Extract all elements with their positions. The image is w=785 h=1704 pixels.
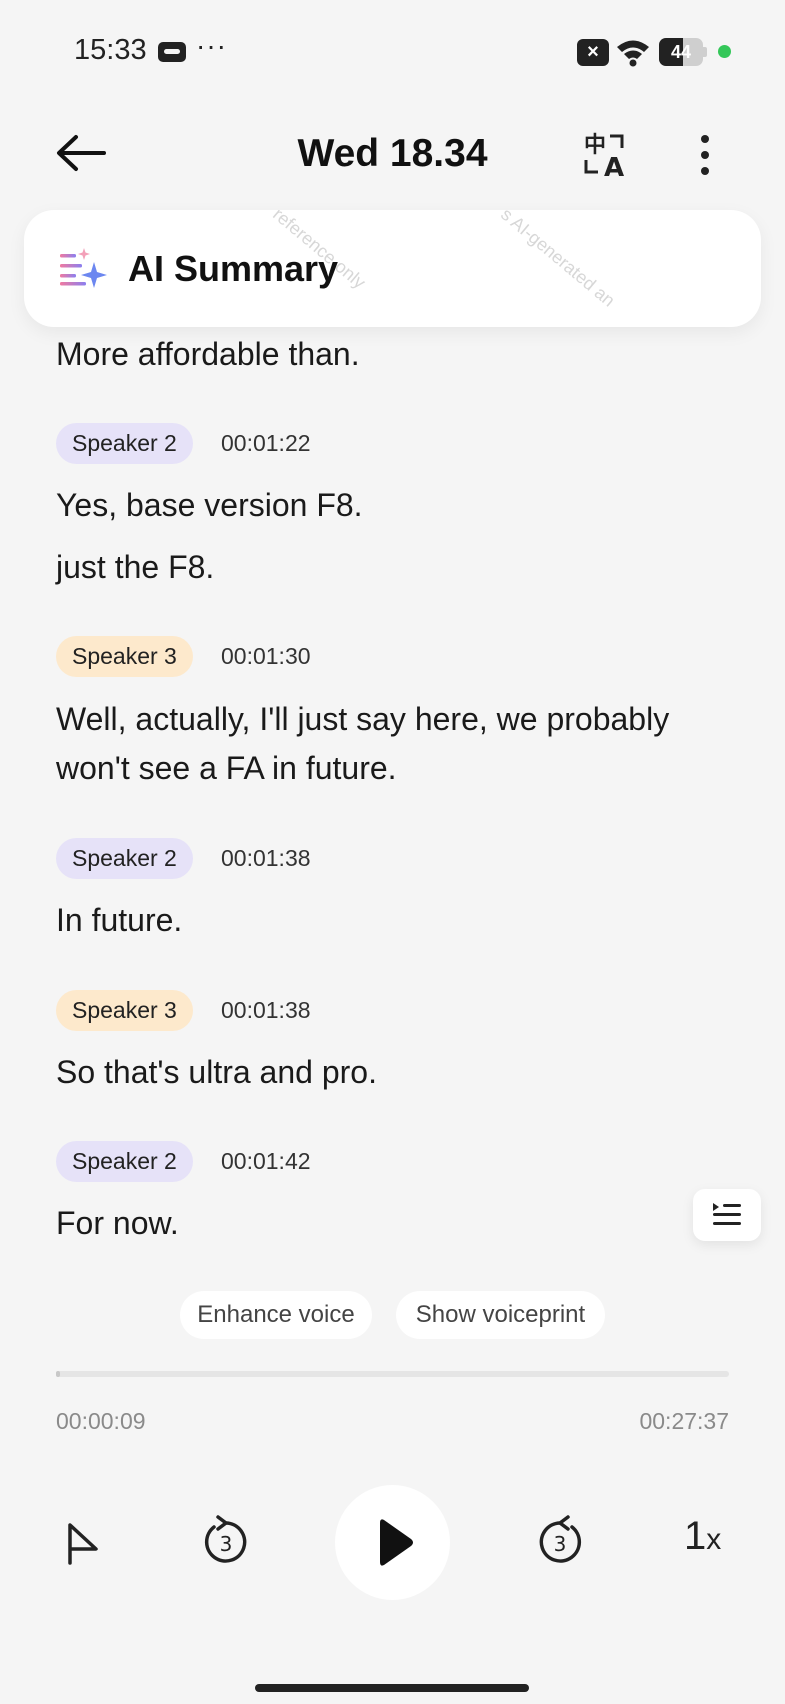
- speaker-badge[interactable]: Speaker 3: [56, 990, 193, 1031]
- list-indent-icon: [713, 1203, 741, 1225]
- speaker-badge[interactable]: Speaker 3: [56, 636, 193, 677]
- play-icon: [380, 1519, 413, 1566]
- speed-value: 1: [684, 1514, 707, 1558]
- more-vertical-icon[interactable]: [690, 130, 720, 180]
- svg-text:A: A: [604, 153, 624, 180]
- speaker-badge[interactable]: Speaker 2: [56, 1141, 193, 1182]
- battery-tip: [703, 47, 707, 57]
- transcript-line: won't see a FA in future.: [56, 750, 397, 786]
- forward-3s-button[interactable]: 3: [530, 1515, 590, 1569]
- page-title: Wed 18.34: [297, 132, 488, 175]
- transcript-line: Yes, base version F8.: [56, 487, 363, 523]
- status-time: 15:33: [74, 34, 147, 66]
- wifi-icon: [617, 40, 649, 67]
- ai-summary-card[interactable]: reference only s AI-generated an AI Summ…: [24, 210, 761, 327]
- forward-3s-icon: 3: [539, 1515, 582, 1563]
- home-indicator[interactable]: [255, 1684, 529, 1692]
- ai-sparkle-icon: [60, 248, 107, 288]
- rewind-3s-button[interactable]: 3: [196, 1515, 256, 1569]
- timestamp[interactable]: 00:01:38: [221, 990, 311, 1031]
- privacy-indicator-dot: [718, 45, 731, 58]
- no-sim-icon: ×: [577, 39, 609, 66]
- timestamp[interactable]: 00:01:22: [221, 423, 311, 464]
- rewind-3s-icon: 3: [204, 1515, 247, 1563]
- progress-fill: [56, 1371, 61, 1377]
- current-time: 00:00:09: [56, 1408, 146, 1434]
- speaker-badge[interactable]: Speaker 2: [56, 838, 193, 879]
- status-bar: 15:33 ··· × 44: [0, 0, 785, 100]
- speed-suffix: x: [706, 1523, 722, 1556]
- timestamp[interactable]: 00:01:30: [221, 636, 311, 677]
- transcript-line: Well, actually, I'll just say here, we p…: [56, 701, 670, 737]
- rewind-seconds: 3: [220, 1532, 233, 1556]
- translate-icon[interactable]: 中 A: [582, 130, 630, 180]
- timestamp[interactable]: 00:01:38: [221, 838, 311, 879]
- play-button[interactable]: [335, 1485, 450, 1600]
- ai-summary-title: AI Summary: [128, 248, 339, 289]
- show-voiceprint-button[interactable]: Show voiceprint: [396, 1291, 605, 1339]
- svg-text:中: 中: [584, 133, 606, 158]
- transcript-line: For now.: [56, 1205, 179, 1241]
- playback-progress-bar[interactable]: [56, 1371, 729, 1377]
- timestamp[interactable]: 00:01:42: [221, 1141, 311, 1182]
- playback-speed-button[interactable]: 1x: [684, 1514, 721, 1559]
- transcript-line: In future.: [56, 902, 183, 938]
- transcript-line: just the F8.: [56, 549, 215, 585]
- battery-icon: 44: [659, 38, 703, 66]
- flag-icon[interactable]: [56, 1515, 116, 1569]
- forward-seconds: 3: [554, 1532, 567, 1556]
- enhance-voice-button[interactable]: Enhance voice: [180, 1291, 372, 1339]
- battery-level: 44: [670, 42, 692, 62]
- total-time: 00:27:37: [639, 1408, 729, 1434]
- transcript-line: So that's ultra and pro.: [56, 1054, 377, 1090]
- status-more-dots: ···: [196, 30, 227, 61]
- watermark-text: s AI-generated an: [497, 210, 619, 311]
- outline-button[interactable]: [693, 1189, 761, 1241]
- transcript-line: More affordable than.: [56, 336, 360, 372]
- call-icon: [158, 42, 186, 62]
- speaker-badge[interactable]: Speaker 2: [56, 423, 193, 464]
